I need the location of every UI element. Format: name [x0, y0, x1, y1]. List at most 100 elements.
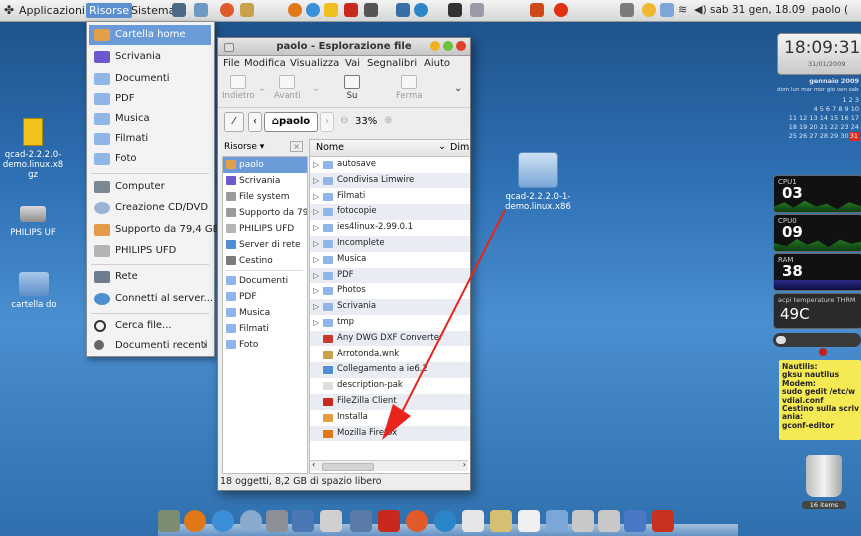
sidebar-selector[interactable]: Risorse ▾	[224, 142, 264, 152]
menu-risorse[interactable]: Risorse	[86, 3, 133, 18]
menu-item-musica[interactable]: Musica	[89, 109, 211, 129]
menubar-visualizza[interactable]: Visualizza	[290, 58, 339, 69]
horizontal-scrollbar[interactable]: ‹ ›	[310, 460, 468, 471]
menubar-segnalibri[interactable]: Segnalibri	[367, 58, 417, 69]
launcher-network-icon[interactable]	[396, 3, 410, 17]
column-nome[interactable]: Nome	[316, 142, 344, 153]
column-dim[interactable]: Dim	[450, 142, 469, 153]
wifi-icon[interactable]: ≋	[678, 3, 687, 16]
file-row[interactable]: ▷ Musica	[310, 252, 470, 268]
dock-monitor-icon[interactable]	[350, 510, 372, 532]
cpu0-monitor[interactable]: CPU0 09	[773, 214, 861, 252]
path-button-paolo[interactable]: ⌂paolo	[264, 112, 318, 132]
dock-window2-icon[interactable]	[598, 510, 620, 532]
sidebar-item[interactable]: Foto	[223, 337, 307, 353]
maximize-button[interactable]	[443, 41, 453, 51]
dock-firefox-icon[interactable]	[184, 510, 206, 532]
trash-applet-icon[interactable]	[620, 3, 634, 17]
desktop-icon-qcad-archive[interactable]: qcad-2.2.2.0- demo.linux.x8 gz	[2, 118, 64, 180]
calendar-widget[interactable]: gennaio 2009 dom lun mar mer gio ven sab…	[777, 77, 861, 147]
desktop-icon-qcad-folder[interactable]: qcad-2.2.2.0-1- demo.linux.x86	[498, 152, 578, 212]
launcher-monitor-icon[interactable]	[194, 3, 208, 17]
edit-location-button[interactable]: ⁄	[224, 112, 244, 132]
expander-icon[interactable]: ▷	[313, 157, 319, 172]
back-dropdown-icon[interactable]: ⌄	[258, 83, 266, 94]
dock-desktop-icon[interactable]	[292, 510, 314, 532]
dock-archive-icon[interactable]	[490, 510, 512, 532]
expander-icon[interactable]: ▷	[313, 220, 319, 235]
file-row[interactable]: description-pak	[310, 378, 470, 394]
forward-dropdown-icon[interactable]: ⌄	[312, 83, 320, 94]
launcher-arrow-icon[interactable]	[530, 3, 544, 17]
menu-item-connetti[interactable]: Connetti al server...	[89, 289, 213, 309]
file-row[interactable]: Any DWG DXF Converter	[310, 330, 470, 347]
minimize-button[interactable]	[430, 41, 440, 51]
ram-monitor[interactable]: RAM 38	[773, 253, 861, 291]
launcher-screen-icon[interactable]	[448, 3, 462, 17]
dock-ie-icon[interactable]	[212, 510, 234, 532]
dock-hammer-icon[interactable]	[266, 510, 288, 532]
file-row[interactable]: ▷ fotocopie	[310, 204, 470, 220]
file-row[interactable]: ▷ Incomplete	[310, 236, 470, 252]
dock-web-icon[interactable]	[240, 510, 262, 532]
sticky-note[interactable]: Nautilis: gksu nautilus Modem: sudo gedi…	[779, 360, 861, 440]
sidebar-item[interactable]: Scrivania	[223, 173, 307, 189]
back-button[interactable]: Indietro	[222, 75, 255, 101]
slider-widget[interactable]	[773, 333, 861, 347]
dock-app-icon[interactable]	[624, 510, 646, 532]
dock-presentation-icon[interactable]	[518, 510, 540, 532]
menu-item-filmati[interactable]: Filmati	[89, 129, 211, 149]
scroll-right-icon[interactable]: ›	[463, 460, 466, 469]
file-row[interactable]: Installa	[310, 410, 470, 426]
sidebar-item[interactable]: Cestino	[223, 253, 307, 269]
file-row[interactable]: ▷ Condivisa Limwire	[310, 172, 470, 189]
file-row[interactable]: ▷ PDF	[310, 267, 470, 284]
file-row[interactable]: ▷ tmp	[310, 315, 470, 331]
file-row[interactable]: Arrotonda.wnk	[310, 347, 470, 363]
file-row[interactable]: FileZilla Client	[310, 394, 470, 410]
menubar-aiuto[interactable]: Aiuto	[424, 58, 450, 69]
dock-folder-icon[interactable]	[546, 510, 568, 532]
update-alert-icon[interactable]	[554, 3, 568, 17]
dock-ubuntu-icon[interactable]	[406, 510, 428, 532]
expander-icon[interactable]: ▷	[313, 189, 319, 204]
zoom-level[interactable]: 33%	[355, 116, 377, 127]
up-button[interactable]: Su	[344, 75, 360, 101]
path-right-button[interactable]: ›	[320, 112, 334, 132]
battery-icon[interactable]	[660, 3, 674, 17]
expander-icon[interactable]: ▷	[313, 173, 319, 188]
dock-logout-icon[interactable]	[652, 510, 674, 532]
menu-item-supporto[interactable]: Supporto da 79,4 GB	[89, 220, 220, 240]
toolbar-overflow-icon[interactable]: ⌄	[454, 83, 462, 94]
file-row[interactable]: ▷ Scrivania	[310, 299, 470, 315]
expander-icon[interactable]: ▷	[313, 252, 319, 267]
expander-icon[interactable]: ▷	[313, 283, 319, 298]
dock-document-icon[interactable]	[462, 510, 484, 532]
launcher-firefox-icon[interactable]	[288, 3, 302, 17]
sidebar-item[interactable]: Supporto da 79,4	[223, 205, 307, 221]
menu-item-computer[interactable]: Computer	[89, 177, 211, 197]
menubar-vai[interactable]: Vai	[345, 58, 360, 69]
cpu1-monitor[interactable]: CPU1 03	[773, 175, 861, 213]
menu-sistema[interactable]: Sistema	[128, 3, 178, 18]
expander-icon[interactable]: ▷	[313, 315, 319, 330]
file-row[interactable]: ▷ ies4linux-2.99.0.1	[310, 220, 470, 236]
volume-icon[interactable]: ◀)	[694, 3, 707, 16]
expander-icon[interactable]: ▷	[313, 236, 319, 251]
scroll-left-icon[interactable]: ‹	[312, 460, 315, 469]
forward-button[interactable]: Avanti	[274, 75, 301, 101]
dock-calculator-icon[interactable]	[320, 510, 342, 532]
menu-item-cartella-home[interactable]: Cartella home	[89, 25, 211, 45]
weather-icon[interactable]	[642, 3, 656, 17]
sidebar-item[interactable]: Server di rete	[223, 237, 307, 253]
file-row[interactable]: ▷ Filmati	[310, 189, 470, 205]
gnome-foot-icon[interactable]: ✤	[4, 3, 14, 17]
dock-window-icon[interactable]	[572, 510, 594, 532]
expander-icon[interactable]: ▷	[313, 299, 319, 314]
launcher-editor-icon[interactable]	[240, 3, 254, 17]
file-row[interactable]: ▷ autosave	[310, 157, 470, 173]
menu-item-philips-ufd[interactable]: PHILIPS UFD	[89, 241, 211, 261]
menu-applicazioni[interactable]: Applicazioni	[16, 3, 88, 18]
desktop-icon-philips-ufd[interactable]: PHILIPS UF	[4, 206, 62, 238]
launcher-skype-icon[interactable]	[414, 3, 428, 17]
